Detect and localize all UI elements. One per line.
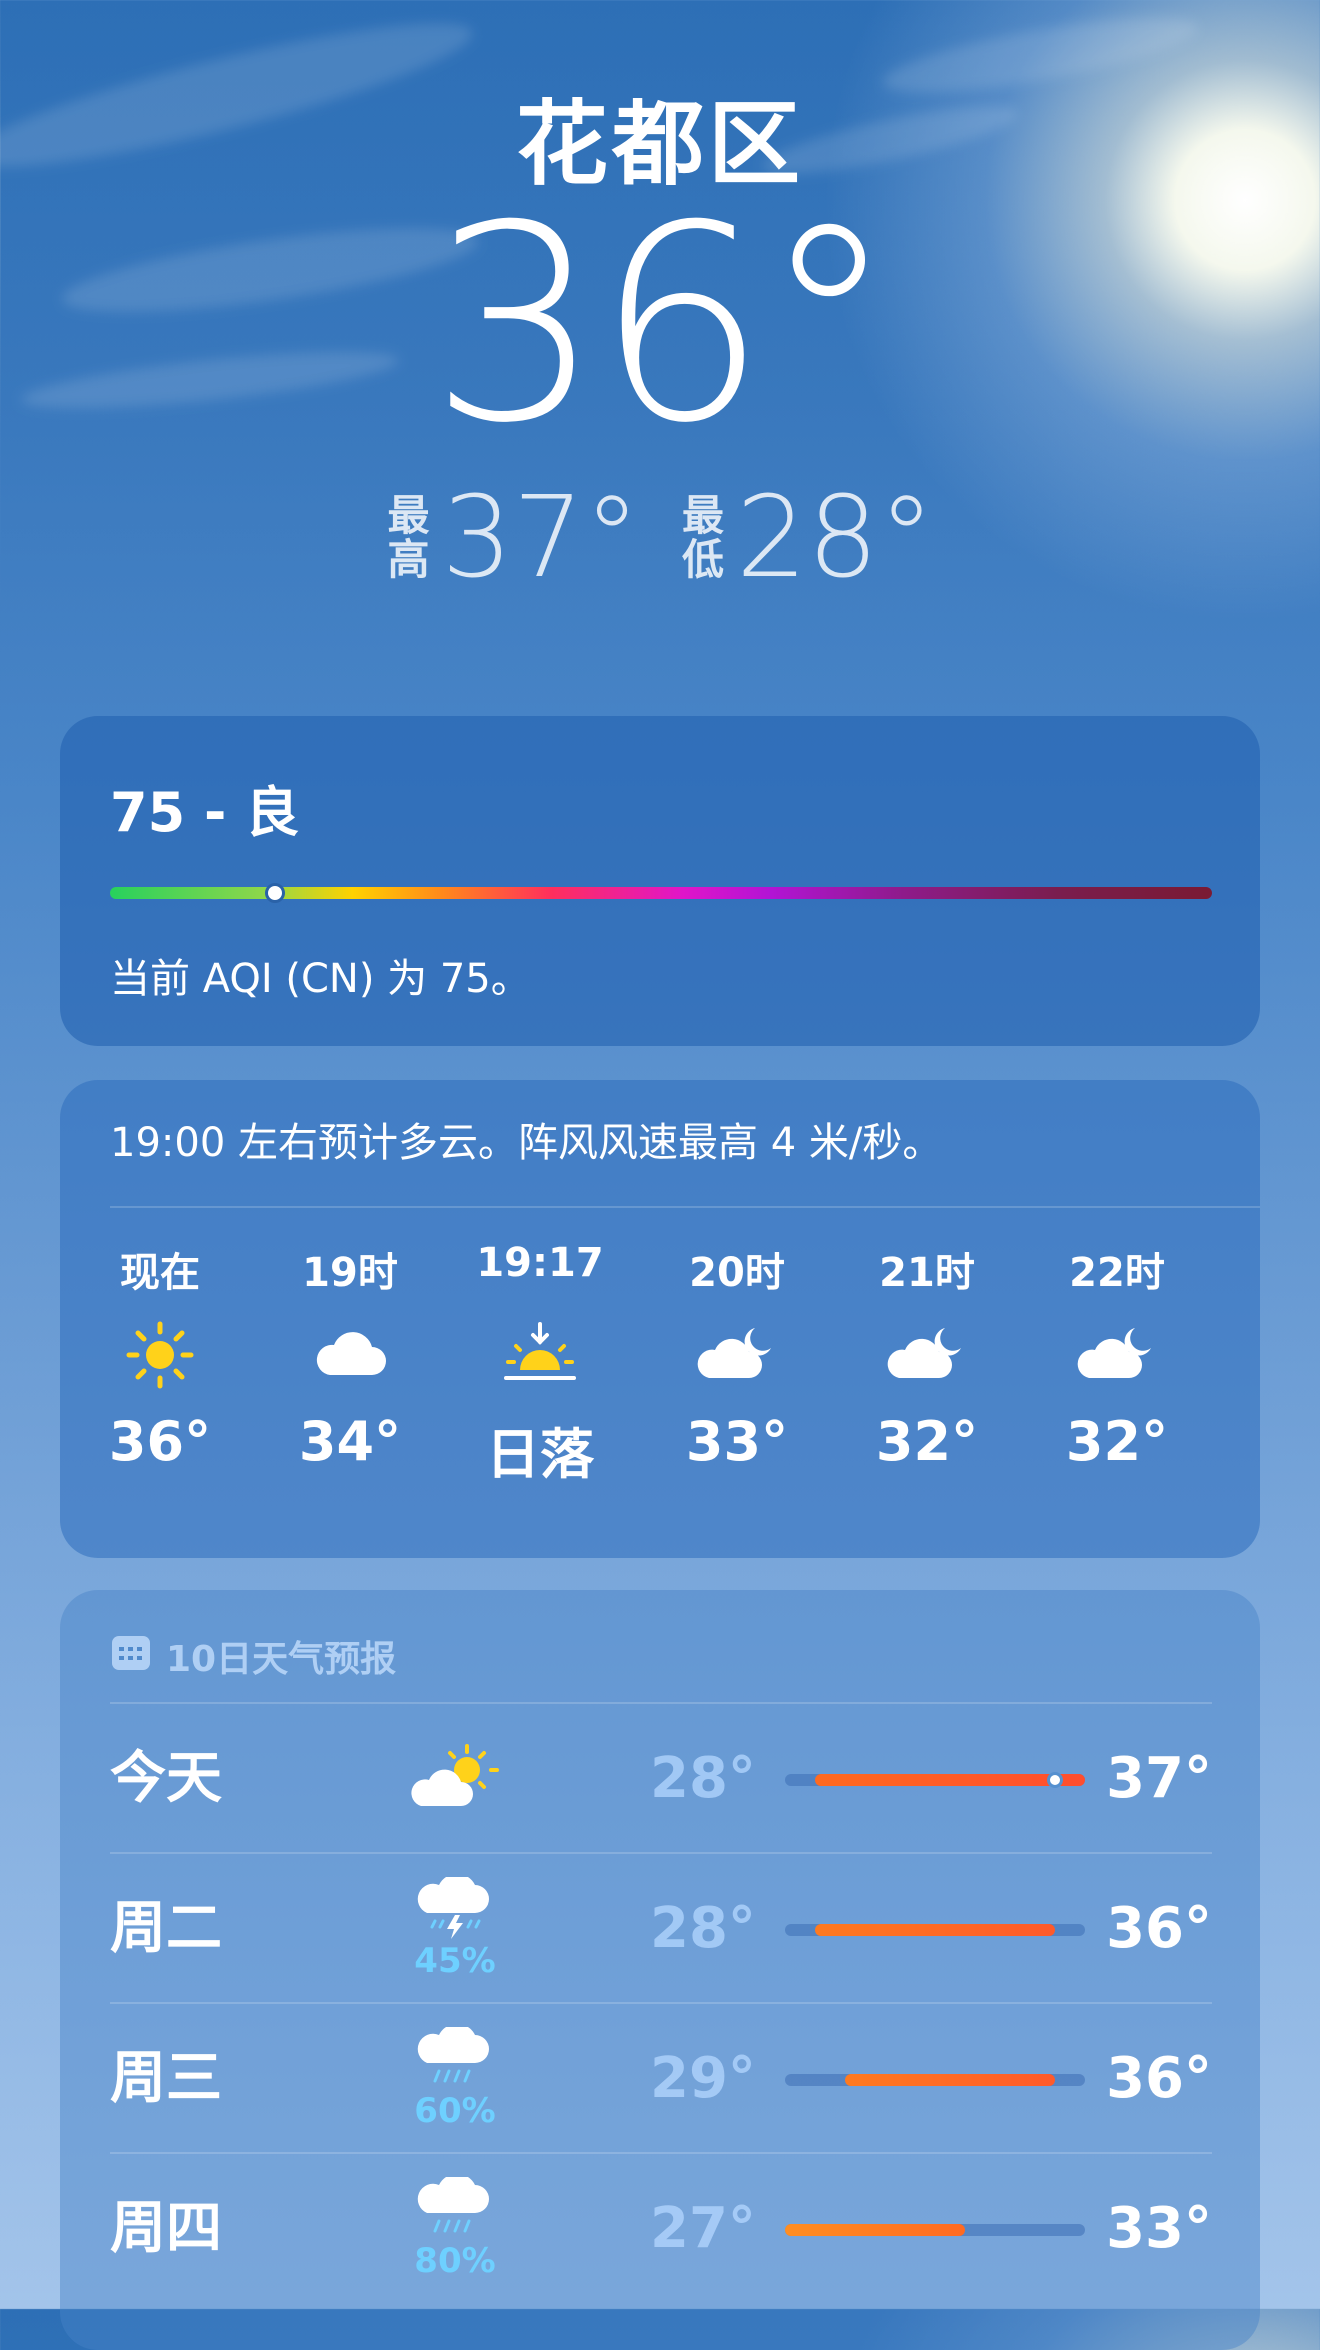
current-temperature: 36° — [429, 167, 897, 482]
temp-range-fill — [815, 1924, 1055, 1936]
precip-probability: 45% — [414, 1941, 496, 1981]
sunset-icon — [455, 1300, 625, 1410]
aqi-description: 当前 AQI (CN) 为 75。 — [110, 956, 531, 1002]
hour-label: 20时 — [689, 1250, 785, 1296]
day-name: 周三 — [110, 2046, 222, 2111]
hourly-forecast-card[interactable]: 19:00 左右预计多云。阵风风速最高 4 米/秒。 现在 36° 19时 34… — [60, 1080, 1260, 1558]
day-low-temp: 27° — [650, 2196, 756, 2261]
cloudy-night-icon — [652, 1300, 822, 1410]
day-high-temp: 36° — [1106, 1896, 1212, 1961]
hourly-summary: 19:00 左右预计多云。阵风风速最高 4 米/秒。 — [110, 1120, 943, 1166]
cloudy-night-icon — [842, 1300, 1012, 1410]
sun-icon — [75, 1300, 245, 1410]
cloudy-night-icon — [1032, 1300, 1202, 1410]
high-temp-group: 最高 37° — [385, 482, 640, 594]
precip-probability: 60% — [414, 2091, 496, 2131]
day-high-temp: 33° — [1106, 2196, 1212, 2261]
hour-item: 20时 33° — [652, 1240, 822, 1473]
day-row[interactable]: 周二 45% 28° 36° — [110, 1852, 1212, 2004]
hour-item: 19时 34° — [265, 1240, 435, 1473]
rain-icon: 60% — [400, 2004, 510, 2154]
day-name: 周四 — [110, 2196, 222, 2261]
temp-range-fill — [785, 2224, 965, 2236]
high-low-temperatures: 最高 37° 最低 28° — [0, 482, 1320, 594]
daily-header: 10日天气预报 — [110, 1630, 396, 1682]
hour-label: 现在 — [120, 1250, 200, 1296]
day-low-temp: 29° — [650, 2046, 756, 2111]
hour-item: 21时 32° — [842, 1240, 1012, 1473]
partly-cloudy-icon — [400, 1704, 510, 1854]
high-tag: 最高 — [387, 490, 430, 584]
hour-temp: 32° — [1065, 1410, 1169, 1473]
day-name: 周二 — [110, 1896, 222, 1961]
hour-item: 现在 36° — [75, 1240, 245, 1473]
aqi-indicator-dot — [265, 883, 286, 903]
precip-probability: 80% — [414, 2241, 496, 2281]
hour-item: 19:17 日落 — [455, 1240, 625, 1489]
hour-temp: 日落 — [486, 1423, 594, 1486]
temp-range-bar — [785, 1924, 1085, 1936]
low-tag: 最低 — [681, 490, 724, 584]
daily-title: 10日天气预报 — [166, 1639, 397, 1680]
temp-range-fill — [845, 2074, 1055, 2086]
rain-icon: 80% — [400, 2154, 510, 2304]
hour-temp: 33° — [685, 1410, 789, 1473]
calendar-icon — [110, 1632, 152, 1681]
hourly-divider — [110, 1206, 1260, 1208]
current-temp-dot — [1047, 1772, 1063, 1788]
aqi-title: 75 - 良 — [110, 781, 300, 844]
day-low-temp: 28° — [650, 1746, 756, 1811]
high-temp: 37° — [441, 473, 640, 603]
day-high-temp: 36° — [1106, 2046, 1212, 2111]
low-temp-group: 最低 28° — [680, 482, 935, 594]
temp-range-fill — [815, 1774, 1085, 1786]
day-row[interactable]: 周三 60% 29° 36° — [110, 2002, 1212, 2154]
cloud-icon — [265, 1300, 435, 1410]
temp-range-bar — [785, 1772, 1085, 1788]
day-row[interactable]: 今天 28° 37° — [110, 1702, 1212, 1854]
daily-forecast-card[interactable]: 10日天气预报 今天 28° 37° 周二 45% 28° 36° 周三 60%… — [60, 1590, 1260, 2350]
hour-label: 21时 — [879, 1250, 975, 1296]
hour-label: 19:17 — [476, 1240, 604, 1286]
aqi-card[interactable]: 75 - 良 当前 AQI (CN) 为 75。 — [60, 716, 1260, 1046]
day-low-temp: 28° — [650, 1896, 756, 1961]
hour-item: 22时 32° — [1032, 1240, 1202, 1473]
temp-range-bar — [785, 2224, 1085, 2236]
temp-range-bar — [785, 2074, 1085, 2086]
hour-label: 22时 — [1069, 1250, 1165, 1296]
day-high-temp: 37° — [1106, 1746, 1212, 1811]
day-name: 今天 — [110, 1746, 222, 1811]
hour-temp: 36° — [108, 1410, 212, 1473]
low-temp: 28° — [736, 473, 935, 603]
hour-label: 19时 — [302, 1250, 398, 1296]
day-row[interactable]: 周四 80% 27° 33° — [110, 2152, 1212, 2304]
hour-temp: 32° — [875, 1410, 979, 1473]
hour-temp: 34° — [298, 1410, 402, 1473]
thunderstorm-icon: 45% — [400, 1854, 510, 2004]
